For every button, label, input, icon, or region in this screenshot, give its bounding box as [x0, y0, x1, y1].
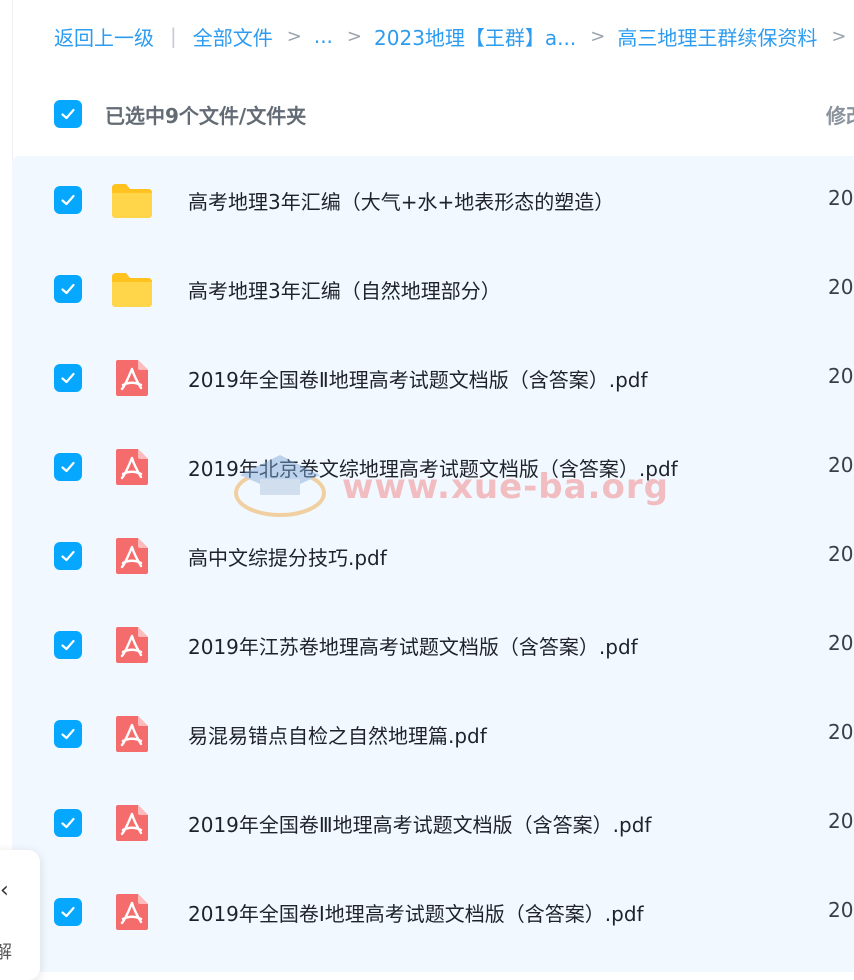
pdf-icon — [110, 714, 154, 754]
modified-column-header[interactable]: 修改 — [826, 100, 854, 129]
file-modified-date: 20 — [828, 809, 854, 833]
file-checkbox[interactable] — [54, 542, 82, 570]
file-name[interactable]: 2019年全国卷Ⅱ地理高考试题文档版（含答案）.pdf — [188, 364, 648, 393]
check-icon — [61, 550, 75, 562]
file-row[interactable]: 2019年江苏卷地理高考试题文档版（含答案）.pdf 20 — [12, 601, 854, 690]
file-modified-date: 20 — [828, 631, 854, 655]
check-icon — [61, 728, 75, 740]
check-icon — [61, 194, 75, 206]
file-checkbox[interactable] — [54, 720, 82, 748]
file-checkbox[interactable] — [54, 364, 82, 392]
breadcrumb: 返回上一级 | 全部文件 > ... > 2023地理【王群】a... > 高三… — [54, 20, 854, 52]
file-row[interactable]: 高中文综提分技巧.pdf 20 — [12, 512, 854, 601]
file-checkbox[interactable] — [54, 186, 82, 214]
folder-icon — [110, 269, 154, 309]
breadcrumb-chevron-icon: > — [831, 25, 847, 47]
file-modified-date: 20 — [828, 186, 854, 210]
chevron-left-icon[interactable]: ‹ — [0, 878, 9, 903]
file-modified-date: 20 — [828, 720, 854, 744]
float-panel[interactable]: ‹ 解 — [0, 850, 40, 980]
file-name[interactable]: 2019年江苏卷地理高考试题文档版（含答案）.pdf — [188, 631, 638, 660]
pdf-icon — [110, 447, 154, 487]
select-all-checkbox[interactable] — [54, 100, 82, 128]
file-row[interactable]: 2019年北京卷文综地理高考试题文档版（含答案）.pdf 20 — [12, 423, 854, 512]
file-checkbox[interactable] — [54, 453, 82, 481]
breadcrumb-all-files[interactable]: 全部文件 — [193, 22, 273, 51]
check-icon — [61, 372, 75, 384]
pdf-icon — [110, 803, 154, 843]
float-panel-label: 解 — [0, 942, 12, 963]
check-icon — [61, 108, 75, 120]
file-row[interactable]: 2019年全国卷Ⅲ地理高考试题文档版（含答案）.pdf 20 — [12, 779, 854, 868]
file-name[interactable]: 2019年全国卷Ⅲ地理高考试题文档版（含答案）.pdf — [188, 809, 651, 838]
file-name[interactable]: 高考地理3年汇编（自然地理部分） — [188, 275, 501, 304]
file-name[interactable]: 高考地理3年汇编（大气+水+地表形态的塑造） — [188, 186, 614, 215]
file-modified-date: 20 — [828, 453, 854, 477]
file-modified-date: 20 — [828, 275, 854, 299]
selection-count: 已选中9个文件/文件夹 — [105, 104, 307, 128]
pdf-icon — [110, 358, 154, 398]
back-link[interactable]: 返回上一级 — [54, 22, 154, 51]
file-row[interactable]: 高考地理3年汇编（自然地理部分） 20 — [12, 245, 854, 334]
file-name[interactable]: 2019年北京卷文综地理高考试题文档版（含答案）.pdf — [188, 453, 678, 482]
breadcrumb-folder-2023[interactable]: 2023地理【王群】a... — [374, 22, 576, 51]
breadcrumb-divider: | — [170, 24, 177, 48]
check-icon — [61, 906, 75, 918]
file-modified-date: 20 — [828, 364, 854, 388]
breadcrumb-chevron-icon: > — [286, 25, 302, 47]
file-row[interactable]: 2019年全国卷Ⅰ地理高考试题文档版（含答案）.pdf 20 — [12, 868, 854, 957]
pdf-icon — [110, 625, 154, 665]
breadcrumb-chevron-icon: > — [346, 25, 363, 47]
check-icon — [61, 461, 75, 473]
list-header: 已选中9个文件/文件夹 修改 — [0, 90, 854, 138]
file-name[interactable]: 高中文综提分技巧.pdf — [188, 542, 387, 571]
check-icon — [61, 817, 75, 829]
file-modified-date: 20 — [828, 542, 854, 566]
file-row[interactable]: 2019年全国卷Ⅱ地理高考试题文档版（含答案）.pdf 20 — [12, 334, 854, 423]
file-row[interactable]: 高考地理3年汇编（大气+水+地表形态的塑造） 20 — [12, 156, 854, 245]
file-checkbox[interactable] — [54, 275, 82, 303]
file-modified-date: 20 — [828, 898, 854, 922]
check-icon — [61, 639, 75, 651]
file-checkbox[interactable] — [54, 898, 82, 926]
breadcrumb-chevron-icon: > — [590, 25, 606, 47]
breadcrumb-ellipsis[interactable]: ... — [314, 24, 333, 48]
file-checkbox[interactable] — [54, 809, 82, 837]
file-list: 高考地理3年汇编（大气+水+地表形态的塑造） 20 高考地理3年汇编（自然地理部分）… — [12, 156, 854, 972]
file-name[interactable]: 2019年全国卷Ⅰ地理高考试题文档版（含答案）.pdf — [188, 898, 644, 927]
file-row[interactable]: 易混易错点自检之自然地理篇.pdf 20 — [12, 690, 854, 779]
pdf-icon — [110, 892, 154, 932]
folder-icon — [110, 180, 154, 220]
breadcrumb-folder-current[interactable]: 高三地理王群续保资料 — [617, 22, 817, 51]
pdf-icon — [110, 536, 154, 576]
file-checkbox[interactable] — [54, 631, 82, 659]
file-name[interactable]: 易混易错点自检之自然地理篇.pdf — [188, 720, 487, 749]
check-icon — [61, 283, 75, 295]
